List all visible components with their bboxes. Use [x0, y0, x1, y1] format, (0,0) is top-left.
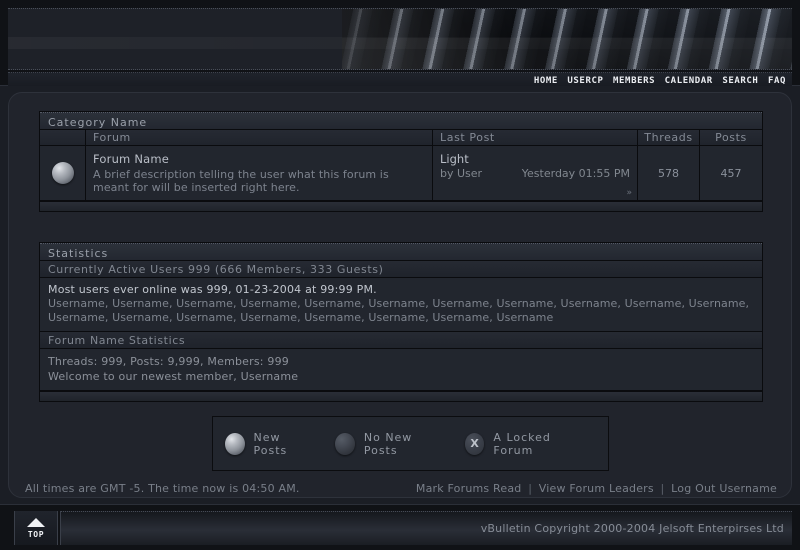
column-header-threads: Threads	[638, 129, 700, 146]
table-row[interactable]: Forum Name A brief description telling t…	[40, 146, 762, 201]
newest-member-welcome[interactable]: Welcome to our newest member, Username	[48, 369, 754, 384]
legend-item-new-posts: New Posts	[225, 431, 311, 457]
posts-count: 457	[720, 166, 742, 180]
table-gap-spacer	[39, 220, 763, 242]
back-to-top-label: TOP	[27, 529, 45, 539]
footer-links: Mark Forums Read | View Forum Leaders | …	[416, 482, 777, 495]
content-inner: Category Name Forum Last Post Threads Po…	[39, 111, 763, 410]
threads-count: 578	[638, 146, 700, 200]
forum-table: Category Name Forum Last Post Threads Po…	[39, 111, 763, 212]
forum-name-link[interactable]: Forum Name	[93, 152, 425, 166]
no-new-posts-sphere-icon	[335, 432, 355, 455]
most-users-ever: Most users ever online was 999, 01-23-20…	[48, 283, 377, 296]
forum-statistics-subheader: Forum Name Statistics	[40, 332, 762, 349]
content-panel: Category Name Forum Last Post Threads Po…	[8, 92, 792, 498]
legend-label-locked-forum: A Locked Forum	[493, 430, 551, 457]
footer-separator-2: |	[660, 481, 665, 495]
nav-link-home[interactable]: HOME	[534, 74, 558, 88]
last-post-goto-icon[interactable]: »	[626, 188, 631, 198]
locked-forum-icon: X	[464, 432, 485, 455]
new-posts-sphere-icon	[51, 162, 74, 184]
nav-link-search[interactable]: SEARCH	[722, 74, 758, 88]
up-arrow-icon	[27, 517, 45, 527]
new-posts-sphere-icon	[225, 432, 245, 455]
banner-glow-stripe	[8, 37, 792, 49]
last-post-time: Yesterday 01:55 PM	[521, 167, 630, 180]
copyright-strip: TOP vBulletin Copyright 2000-2004 Jelsof…	[0, 504, 800, 550]
forum-page: HOME USERCP MEMBERS CALENDAR SEARCH FAQ …	[0, 0, 800, 550]
last-post-cell: Light by User Yesterday 01:55 PM »	[433, 146, 638, 200]
active-users-subheader: Currently Active Users 999 (666 Members,…	[40, 261, 762, 278]
panel-footer-bar: All times are GMT -5. The time now is 04…	[17, 478, 785, 498]
statistics-table: Statistics Currently Active Users 999 (6…	[39, 242, 763, 402]
forum-table-header-row: Forum Last Post Threads Posts	[40, 129, 762, 146]
header-banner	[8, 8, 792, 70]
nav-link-usercp[interactable]: USERCP	[567, 74, 603, 88]
column-header-icon	[40, 129, 86, 146]
forum-table-footer-bar	[40, 201, 762, 211]
footer-separator-1: |	[528, 481, 533, 495]
copyright-area: vBulletin Copyright 2000-2004 Jelsoft En…	[60, 511, 792, 545]
last-post-thread-link[interactable]: Light	[440, 152, 630, 166]
view-forum-leaders-link[interactable]: View Forum Leaders	[539, 482, 654, 495]
main-navigation[interactable]: HOME USERCP MEMBERS CALENDAR SEARCH FAQ	[8, 72, 792, 86]
category-header[interactable]: Category Name	[40, 112, 762, 130]
copyright-text: vBulletin Copyright 2000-2004 Jelsoft En…	[480, 522, 784, 535]
legend-item-no-new-posts: No New Posts	[335, 431, 441, 457]
log-out-link[interactable]: Log Out Username	[671, 482, 777, 495]
back-to-top-button[interactable]: TOP	[14, 511, 58, 545]
nav-link-members[interactable]: MEMBERS	[613, 74, 655, 88]
site-header: HOME USERCP MEMBERS CALENDAR SEARCH FAQ	[0, 0, 800, 86]
column-header-forum: Forum	[86, 129, 433, 146]
legend-label-no-new-posts: No New Posts	[363, 430, 413, 457]
last-post-author[interactable]: by User	[440, 167, 482, 180]
column-header-last-post: Last Post	[433, 129, 638, 146]
active-users-body: Most users ever online was 999, 01-23-20…	[40, 278, 762, 332]
timezone-note: All times are GMT -5. The time now is 04…	[25, 481, 300, 495]
mark-forums-read-link[interactable]: Mark Forums Read	[416, 482, 522, 495]
statistics-header[interactable]: Statistics	[40, 243, 762, 261]
last-post-meta: by User Yesterday 01:55 PM	[440, 167, 630, 180]
legend-label-new-posts: New Posts	[253, 430, 288, 457]
forum-description: A brief description telling the user wha…	[93, 168, 389, 194]
active-username-list[interactable]: Username, Username, Username, Username, …	[48, 297, 754, 325]
forum-statistics-body: Threads: 999, Posts: 9,999, Members: 999…	[40, 349, 762, 391]
forum-status-cell	[40, 146, 86, 200]
nav-link-faq[interactable]: FAQ	[768, 74, 786, 88]
column-header-posts: Posts	[715, 130, 747, 144]
legend-item-locked-forum: X A Locked Forum	[464, 430, 584, 457]
nav-link-calendar[interactable]: CALENDAR	[665, 74, 713, 88]
thread-post-member-counts: Threads: 999, Posts: 9,999, Members: 999	[48, 355, 289, 368]
statistics-table-footer-bar	[40, 391, 762, 401]
forum-status-legend: New Posts No New Posts X A Locked Forum	[212, 416, 609, 471]
forum-info-cell: Forum Name A brief description telling t…	[86, 146, 433, 200]
